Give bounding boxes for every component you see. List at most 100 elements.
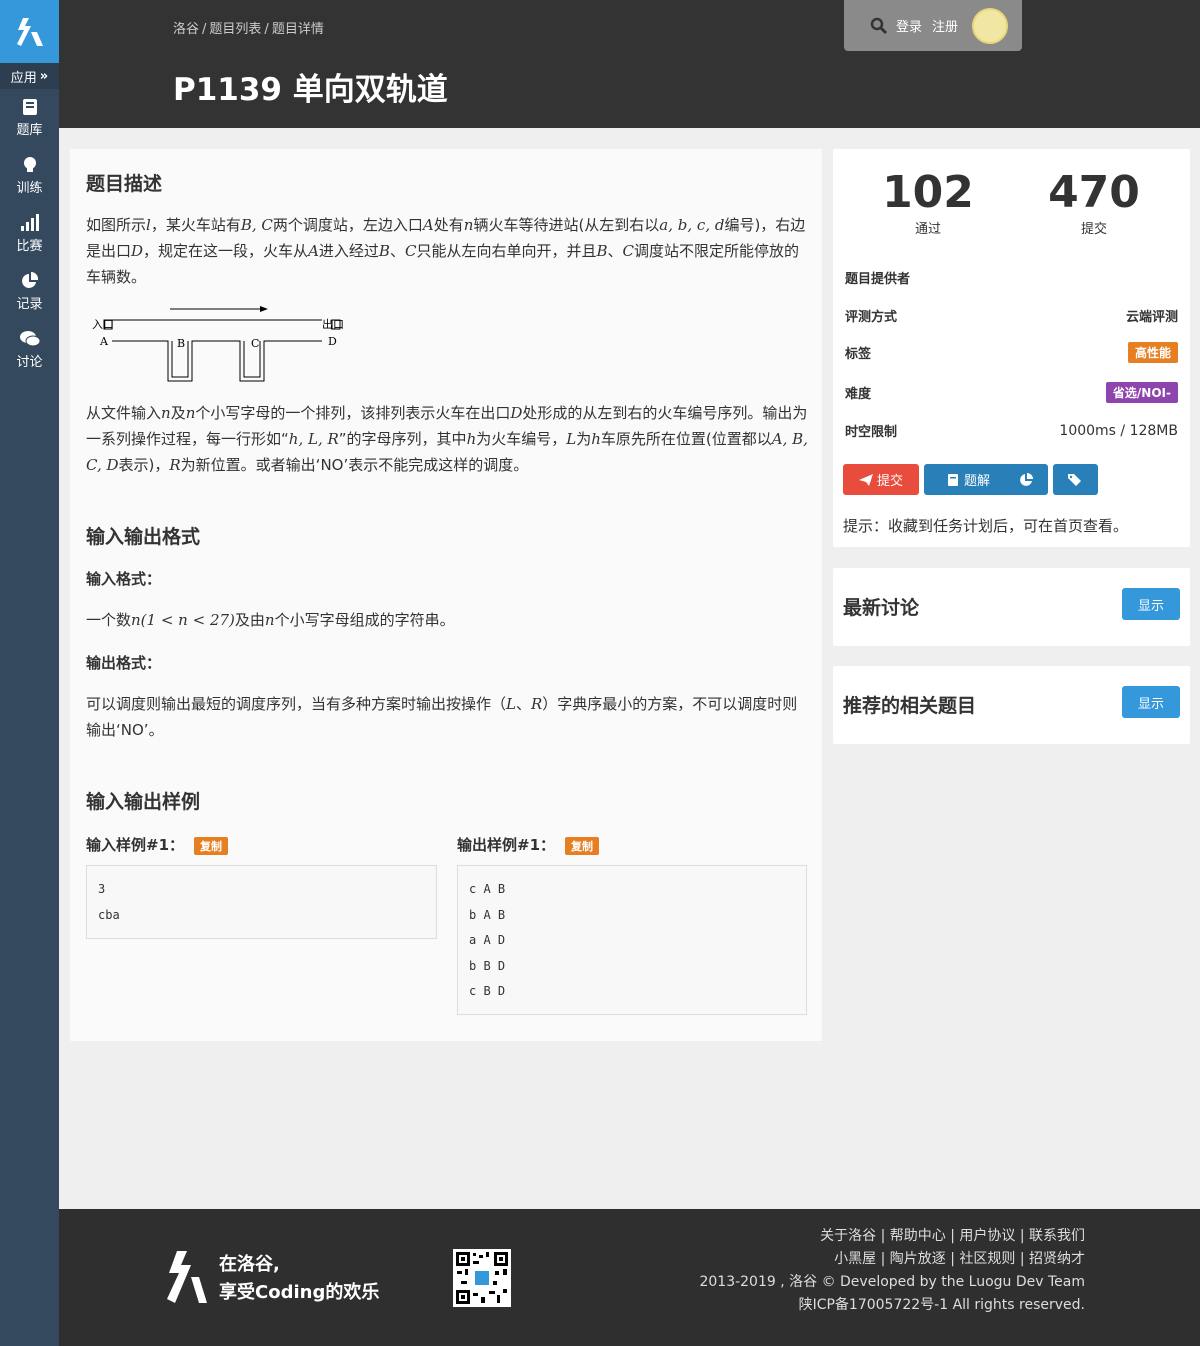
- show-related-button[interactable]: 显示: [1122, 686, 1180, 718]
- breadcrumb-current: 题目详情: [271, 22, 324, 37]
- sample-output-label: 输出样例#1： 复制: [457, 834, 600, 855]
- judge-label: 评测方式: [845, 310, 898, 325]
- footer-slogan: 在洛谷, 享受Coding的欢乐: [219, 1254, 380, 1303]
- provider-row: 题目提供者: [845, 268, 1178, 287]
- difficulty-badge: 省选/NOI-: [1105, 382, 1178, 403]
- tags-button[interactable]: [1053, 464, 1098, 495]
- luogu-logo-icon: [16, 17, 43, 46]
- footer-links-row-2[interactable]: 小黑屋 | 陶片放逐 | 社区规则 | 招贤纳才: [699, 1248, 1085, 1271]
- show-discuss-button[interactable]: 显示: [1122, 588, 1180, 620]
- comments-icon: [19, 331, 40, 347]
- avatar[interactable]: [972, 8, 1008, 44]
- difficulty-label: 难度: [845, 387, 872, 402]
- sidebar-item-label: 训练: [16, 181, 43, 196]
- code-line: 3: [98, 882, 106, 896]
- copy-output-button[interactable]: 复制: [565, 836, 600, 855]
- breadcrumb: 洛谷 / 题目列表 / 题目详情: [173, 22, 324, 37]
- double-chevron-right-icon: »: [39, 68, 49, 84]
- statistics-button[interactable]: [1004, 464, 1048, 495]
- sidebar-item-label: 记录: [16, 297, 43, 312]
- input-format-label: 输入格式：: [86, 570, 162, 588]
- input-format-text: 一个数n(1 < n < 27)及由n个小写字母组成的字符串。: [86, 611, 455, 629]
- footer-links: 关于洛谷 | 帮助中心 | 用户协议 | 联系我们 小黑屋 | 陶片放逐 | 社…: [699, 1225, 1085, 1317]
- problem-content: 题目描述 如图所示l，某火车站有B, C两个调度站，左边入口A处有n辆火车等待进…: [70, 149, 822, 1041]
- desc-paragraph-2: 从文件输入n及n个小写字母的一个排列，该排列表示火车在出口D处形成的从左到右的火…: [86, 404, 808, 474]
- sample-input-label: 输入样例#1： 复制: [86, 834, 229, 855]
- breadcrumb-problem-list[interactable]: 题目列表: [209, 22, 261, 37]
- pie-chart-icon: [1020, 472, 1033, 486]
- user-panel: 登录 注册: [844, 0, 1022, 51]
- desc-paragraph-1: 如图所示l，某火车站有B, C两个调度站，左边入口A处有n辆火车等待进站(从左到…: [86, 216, 806, 286]
- sidebar-item-problems[interactable]: 题库: [0, 89, 59, 147]
- lightbulb-icon: [23, 157, 36, 172]
- qr-code: [453, 1249, 511, 1307]
- sample-input-box[interactable]: 3 cba: [86, 865, 437, 939]
- task-hint: 提示：收藏到任务计划后，可在首页查看。: [843, 517, 1129, 535]
- latest-discuss-title: 最新讨论: [843, 597, 920, 619]
- sidebar-item-training[interactable]: 训练: [0, 147, 59, 205]
- io-heading: 输入输出格式: [86, 526, 201, 548]
- page-header: 洛谷 / 题目列表 / 题目详情 P1139 单向双轨道 登录 注册: [59, 0, 1200, 128]
- code-line: b A B: [469, 907, 506, 922]
- bar-chart-icon: [20, 214, 39, 231]
- register-link[interactable]: 注册: [932, 16, 958, 35]
- tag-badge[interactable]: 高性能: [1127, 342, 1178, 363]
- page-footer: 在洛谷, 享受Coding的欢乐 关于洛谷 | 帮助中心 | 用户协议 | 联系…: [59, 1209, 1200, 1346]
- footer-links-row-1[interactable]: 关于洛谷 | 帮助中心 | 用户协议 | 联系我们: [699, 1225, 1085, 1248]
- sidebar-item-discuss[interactable]: 讨论: [0, 321, 59, 379]
- submitted-label: 提交: [1080, 222, 1107, 237]
- search-icon[interactable]: [870, 17, 888, 35]
- difficulty-row: 难度 省选/NOI-: [845, 382, 1178, 403]
- submitted-stat: 470 提交: [1041, 167, 1147, 237]
- luogu-footer-logo-icon: [167, 1251, 207, 1303]
- sidebar-item-contests[interactable]: 比赛: [0, 205, 59, 263]
- limit-label: 时空限制: [845, 425, 898, 440]
- limit-value: 1000ms / 128MB: [1059, 422, 1178, 439]
- sample-heading: 输入输出样例: [86, 791, 201, 813]
- related-problems-title: 推荐的相关题目: [843, 695, 977, 717]
- footer-copyright: 2013-2019 , 洛谷 © Developed by the Luogu …: [699, 1274, 1085, 1290]
- pie-chart-icon: [21, 272, 38, 288]
- judge-value: 云端评测: [1125, 310, 1178, 325]
- submit-button[interactable]: 提交: [843, 464, 919, 495]
- sample-output-box[interactable]: c A B b A B a A D b B D c B D: [457, 865, 807, 1015]
- page-title: P1139 单向双轨道: [173, 72, 448, 108]
- diagram-a-label: A: [99, 335, 109, 348]
- latest-discuss-card: 最新讨论 显示: [833, 568, 1190, 646]
- provider-label: 题目提供者: [845, 272, 911, 287]
- sidebar-item-label: 比赛: [16, 239, 43, 254]
- sidebar-item-records[interactable]: 记录: [0, 263, 59, 321]
- sidebar: 应用 » 题库 训练 比赛 记录 讨论: [0, 0, 59, 1346]
- tags-icon: [1067, 473, 1081, 486]
- solution-button[interactable]: 题解: [924, 464, 1013, 495]
- limit-row: 时空限制 1000ms / 128MB: [845, 421, 1178, 441]
- breadcrumb-home[interactable]: 洛谷: [173, 22, 199, 37]
- code-line: a A D: [469, 933, 506, 947]
- diagram-b-label: B: [177, 337, 185, 350]
- desc-heading: 题目描述: [86, 173, 163, 195]
- app-menu-toggle[interactable]: 应用 »: [0, 63, 59, 89]
- code-line: cba: [98, 907, 120, 922]
- login-link[interactable]: 登录: [896, 16, 922, 35]
- code-line: c B D: [469, 984, 506, 998]
- submitted-count: 470: [1048, 167, 1140, 218]
- copy-input-button[interactable]: 复制: [194, 836, 229, 855]
- footer-icp[interactable]: 陕ICP备17005722号-1 All rights reserved.: [699, 1294, 1085, 1317]
- judge-row: 评测方式 云端评测: [845, 306, 1178, 325]
- track-diagram: 入口 出口 A B C D: [92, 306, 344, 382]
- tags-label: 标签: [845, 347, 872, 362]
- qr-code-icon: [456, 1252, 508, 1304]
- luogu-logo[interactable]: [0, 0, 59, 63]
- app-label: 应用: [10, 70, 37, 86]
- output-format-label: 输出格式：: [86, 654, 162, 672]
- diagram-c-label: C: [251, 337, 259, 350]
- paper-plane-icon: [858, 473, 873, 486]
- code-line: b B D: [469, 958, 506, 973]
- related-problems-card: 推荐的相关题目 显示: [833, 666, 1190, 744]
- passed-stat: 102 通过: [875, 167, 981, 237]
- tags-row: 标签 高性能: [845, 342, 1178, 363]
- output-format-text: 可以调度则输出最短的调度序列，当有多种方案时输出按操作（L、R）字典序最小的方案…: [86, 695, 798, 739]
- diagram-d-label: D: [328, 335, 337, 348]
- book-icon: [22, 99, 37, 115]
- sidebar-item-label: 讨论: [16, 355, 43, 370]
